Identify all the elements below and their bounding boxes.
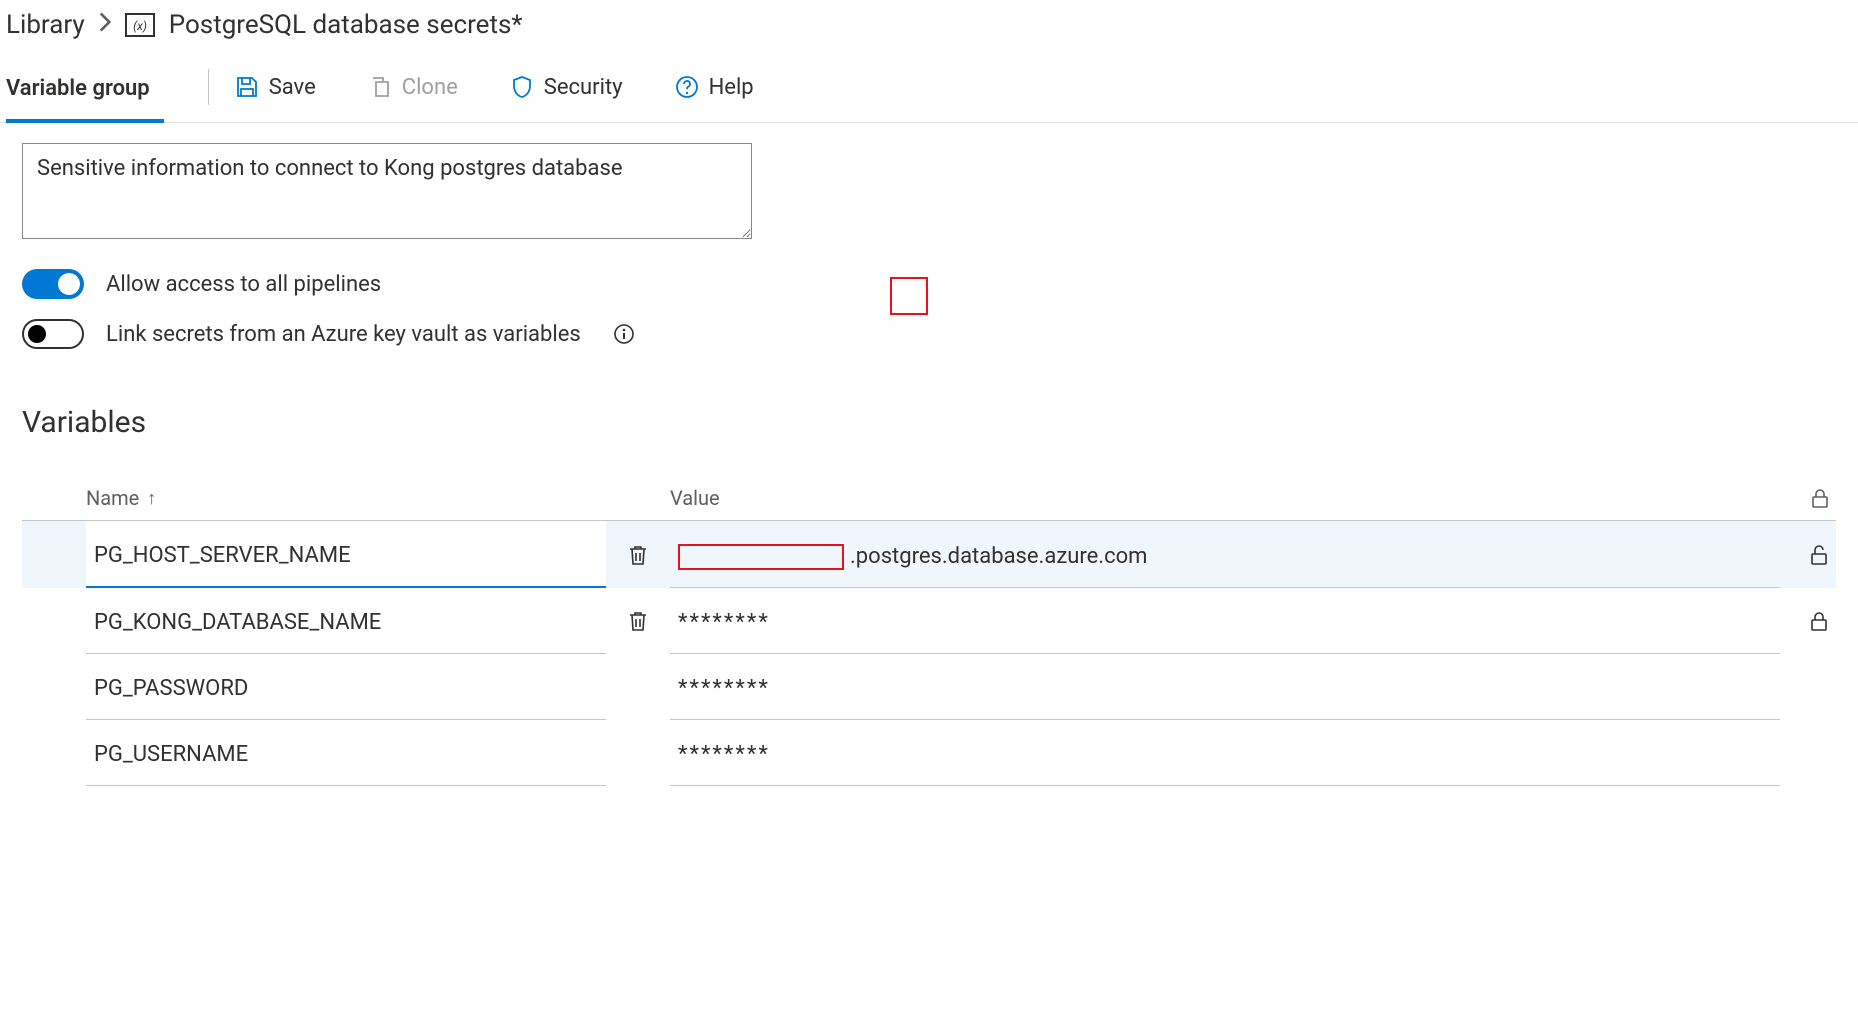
variable-value-input[interactable]: ********	[670, 720, 1780, 786]
unlock-icon	[1808, 543, 1830, 567]
lock-icon	[1810, 487, 1830, 509]
variable-group-icon: (x)	[125, 13, 155, 37]
sort-asc-icon: ↑	[147, 488, 156, 509]
help-label: Help	[709, 75, 754, 100]
info-icon[interactable]	[613, 323, 635, 345]
variables-table: Name ↑ Value PG_HOST_SERVER_NAME .postgr…	[22, 476, 1836, 786]
variables-section-header: Variables	[0, 349, 1858, 440]
variable-value-input[interactable]: ********	[670, 588, 1780, 654]
variable-name-input[interactable]: PG_KONG_DATABASE_NAME	[86, 588, 606, 654]
breadcrumb: Library (x) PostgreSQL database secrets*	[0, 0, 1858, 44]
toggle-allow-access-label: Allow access to all pipelines	[106, 272, 381, 297]
help-button[interactable]: Help	[675, 75, 754, 100]
save-button[interactable]: Save	[235, 75, 316, 100]
variable-value-input[interactable]: ********	[670, 654, 1780, 720]
shield-icon	[510, 75, 534, 99]
chevron-right-icon	[99, 12, 111, 38]
tabbar: Variable group Save Clone Security	[0, 44, 1858, 123]
clone-button: Clone	[368, 75, 458, 100]
breadcrumb-root[interactable]: Library	[6, 10, 85, 40]
clone-label: Clone	[402, 75, 458, 100]
clone-icon	[368, 75, 392, 99]
table-row[interactable]: PG_KONG_DATABASE_NAME ********	[22, 588, 1836, 654]
col-name[interactable]: Name ↑	[86, 486, 606, 510]
lock-button[interactable]	[1780, 609, 1836, 633]
trash-icon	[627, 609, 649, 633]
security-button[interactable]: Security	[510, 75, 623, 100]
toggle-link-keyvault-label: Link secrets from an Azure key vault as …	[106, 322, 581, 347]
col-value[interactable]: Value	[670, 486, 1780, 510]
tab-variable-group[interactable]: Variable group	[6, 64, 164, 123]
help-icon	[675, 75, 699, 99]
variable-name-input[interactable]: PG_HOST_SERVER_NAME	[86, 521, 606, 588]
toggle-link-keyvault[interactable]	[22, 319, 84, 349]
page-title: PostgreSQL database secrets*	[169, 10, 523, 40]
trash-icon	[627, 543, 649, 567]
table-row[interactable]: PG_USERNAME ********	[22, 720, 1836, 786]
security-label: Security	[544, 75, 623, 100]
lock-icon	[1808, 609, 1830, 633]
delete-button[interactable]	[606, 609, 670, 633]
divider	[208, 69, 209, 105]
svg-text:(x): (x)	[133, 19, 147, 33]
annotation-redaction	[678, 544, 844, 570]
variable-name-input[interactable]: PG_PASSWORD	[86, 654, 606, 720]
annotation-box-1	[890, 277, 928, 315]
save-icon	[235, 75, 259, 99]
table-header-row: Name ↑ Value	[22, 476, 1836, 521]
table-row[interactable]: PG_HOST_SERVER_NAME .postgres.database.a…	[22, 521, 1836, 588]
delete-button[interactable]	[606, 543, 670, 567]
lock-button[interactable]	[1780, 543, 1836, 567]
table-row[interactable]: PG_PASSWORD ********	[22, 654, 1836, 720]
col-lock	[1780, 487, 1836, 509]
save-label: Save	[269, 75, 316, 100]
variable-value-input[interactable]: .postgres.database.azure.com	[670, 522, 1780, 588]
toggle-allow-access[interactable]	[22, 269, 84, 299]
variable-name-input[interactable]: PG_USERNAME	[86, 720, 606, 786]
description-textarea[interactable]	[22, 143, 752, 239]
toolbar: Save Clone Security Help	[235, 75, 754, 100]
col-name-label: Name	[86, 486, 139, 510]
